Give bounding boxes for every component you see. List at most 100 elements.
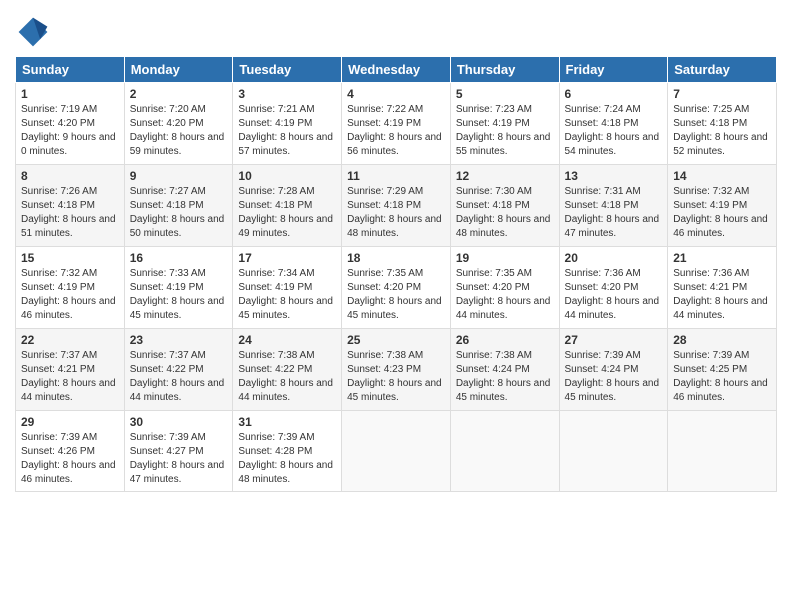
- day-number: 13: [565, 169, 663, 183]
- day-info: Sunrise: 7:26 AMSunset: 4:18 PMDaylight:…: [21, 185, 119, 241]
- day-number: 11: [347, 169, 445, 183]
- day-info: Sunrise: 7:38 AMSunset: 4:23 PMDaylight:…: [347, 349, 445, 405]
- calendar-cell: 14 Sunrise: 7:32 AMSunset: 4:19 PMDayligh…: [668, 165, 777, 247]
- day-info: Sunrise: 7:33 AMSunset: 4:19 PMDaylight:…: [130, 267, 228, 323]
- calendar-cell: 31Sunrise: 7:39 AMSunset: 4:28 PMDayligh…: [233, 411, 342, 492]
- calendar-cell: 20 Sunrise: 7:36 AMSunset: 4:20 PMDayligh…: [559, 247, 668, 329]
- day-number: 29: [21, 415, 119, 429]
- calendar-table: SundayMondayTuesdayWednesdayThursdayFrid…: [15, 56, 777, 492]
- calendar-cell: [342, 411, 451, 492]
- weekday-header-monday: Monday: [124, 57, 233, 83]
- day-info: Sunrise: 7:24 AMSunset: 4:18 PMDaylight:…: [565, 103, 663, 159]
- day-info: Sunrise: 7:31 AMSunset: 4:18 PMDaylight:…: [565, 185, 663, 241]
- day-number: 10: [238, 169, 336, 183]
- calendar-cell: 3 Sunrise: 7:21 AMSunset: 4:19 PMDaylight…: [233, 83, 342, 165]
- day-number: 20: [565, 251, 663, 265]
- day-info: Sunrise: 7:39 AMSunset: 4:24 PMDaylight:…: [565, 349, 663, 405]
- calendar-cell: 17 Sunrise: 7:34 AMSunset: 4:19 PMDayligh…: [233, 247, 342, 329]
- calendar-cell: 25 Sunrise: 7:38 AMSunset: 4:23 PMDayligh…: [342, 329, 451, 411]
- day-info: Sunrise: 7:28 AMSunset: 4:18 PMDaylight:…: [238, 185, 336, 241]
- calendar-week-2: 8 Sunrise: 7:26 AMSunset: 4:18 PMDaylight…: [16, 165, 777, 247]
- day-info: Sunrise: 7:35 AMSunset: 4:20 PMDaylight:…: [347, 267, 445, 323]
- calendar-week-1: 1 Sunrise: 7:19 AMSunset: 4:20 PMDaylight…: [16, 83, 777, 165]
- calendar-cell: 11 Sunrise: 7:29 AMSunset: 4:18 PMDayligh…: [342, 165, 451, 247]
- page: SundayMondayTuesdayWednesdayThursdayFrid…: [0, 0, 792, 612]
- weekday-header-thursday: Thursday: [450, 57, 559, 83]
- day-number: 2: [130, 87, 228, 101]
- header: [15, 10, 777, 50]
- day-info: Sunrise: 7:36 AMSunset: 4:21 PMDaylight:…: [673, 267, 771, 323]
- day-number: 17: [238, 251, 336, 265]
- calendar-cell: 5Sunrise: 7:23 AMSunset: 4:19 PMDaylight…: [450, 83, 559, 165]
- calendar-body: 1 Sunrise: 7:19 AMSunset: 4:20 PMDaylight…: [16, 83, 777, 492]
- day-info: Sunrise: 7:19 AMSunset: 4:20 PMDaylight:…: [21, 103, 119, 159]
- calendar-cell: 15 Sunrise: 7:32 AMSunset: 4:19 PMDayligh…: [16, 247, 125, 329]
- day-number: 23: [130, 333, 228, 347]
- day-info: Sunrise: 7:32 AMSunset: 4:19 PMDaylight:…: [673, 185, 771, 241]
- day-info: Sunrise: 7:36 AMSunset: 4:20 PMDaylight:…: [565, 267, 663, 323]
- weekday-header-sunday: Sunday: [16, 57, 125, 83]
- day-number: 28: [673, 333, 771, 347]
- day-info: Sunrise: 7:37 AMSunset: 4:22 PMDaylight:…: [130, 349, 228, 405]
- calendar-cell: [668, 411, 777, 492]
- weekday-header-saturday: Saturday: [668, 57, 777, 83]
- day-number: 15: [21, 251, 119, 265]
- day-number: 27: [565, 333, 663, 347]
- calendar-cell: 19 Sunrise: 7:35 AMSunset: 4:20 PMDayligh…: [450, 247, 559, 329]
- day-info: Sunrise: 7:22 AMSunset: 4:19 PMDaylight:…: [347, 103, 445, 159]
- day-number: 14: [673, 169, 771, 183]
- day-info: Sunrise: 7:23 AMSunset: 4:19 PMDaylight:…: [456, 103, 554, 159]
- day-number: 19: [456, 251, 554, 265]
- day-info: Sunrise: 7:39 AMSunset: 4:25 PMDaylight:…: [673, 349, 771, 405]
- calendar-cell: 21 Sunrise: 7:36 AMSunset: 4:21 PMDayligh…: [668, 247, 777, 329]
- calendar-cell: 29 Sunrise: 7:39 AMSunset: 4:26 PMDayligh…: [16, 411, 125, 492]
- day-number: 1: [21, 87, 119, 101]
- day-info: Sunrise: 7:38 AMSunset: 4:22 PMDaylight:…: [238, 349, 336, 405]
- day-number: 16: [130, 251, 228, 265]
- logo-icon: [15, 14, 51, 50]
- day-info: Sunrise: 7:21 AMSunset: 4:19 PMDaylight:…: [238, 103, 336, 159]
- logo: [15, 14, 53, 50]
- day-number: 18: [347, 251, 445, 265]
- day-number: 8: [21, 169, 119, 183]
- weekday-header-tuesday: Tuesday: [233, 57, 342, 83]
- day-info: Sunrise: 7:29 AMSunset: 4:18 PMDaylight:…: [347, 185, 445, 241]
- calendar-cell: 8 Sunrise: 7:26 AMSunset: 4:18 PMDaylight…: [16, 165, 125, 247]
- day-number: 21: [673, 251, 771, 265]
- calendar-cell: 7Sunrise: 7:25 AMSunset: 4:18 PMDaylight…: [668, 83, 777, 165]
- calendar-header-row: SundayMondayTuesdayWednesdayThursdayFrid…: [16, 57, 777, 83]
- day-info: Sunrise: 7:32 AMSunset: 4:19 PMDaylight:…: [21, 267, 119, 323]
- calendar-week-5: 29 Sunrise: 7:39 AMSunset: 4:26 PMDayligh…: [16, 411, 777, 492]
- calendar-cell: 27 Sunrise: 7:39 AMSunset: 4:24 PMDayligh…: [559, 329, 668, 411]
- day-number: 3: [238, 87, 336, 101]
- day-info: Sunrise: 7:27 AMSunset: 4:18 PMDaylight:…: [130, 185, 228, 241]
- day-info: Sunrise: 7:35 AMSunset: 4:20 PMDaylight:…: [456, 267, 554, 323]
- calendar-cell: 12Sunrise: 7:30 AMSunset: 4:18 PMDayligh…: [450, 165, 559, 247]
- calendar-cell: 18 Sunrise: 7:35 AMSunset: 4:20 PMDayligh…: [342, 247, 451, 329]
- day-number: 9: [130, 169, 228, 183]
- day-number: 26: [456, 333, 554, 347]
- calendar-cell: [559, 411, 668, 492]
- calendar-cell: 30 Sunrise: 7:39 AMSunset: 4:27 PMDayligh…: [124, 411, 233, 492]
- day-number: 24: [238, 333, 336, 347]
- calendar-cell: 24 Sunrise: 7:38 AMSunset: 4:22 PMDayligh…: [233, 329, 342, 411]
- day-number: 6: [565, 87, 663, 101]
- calendar-cell: 16 Sunrise: 7:33 AMSunset: 4:19 PMDayligh…: [124, 247, 233, 329]
- day-info: Sunrise: 7:39 AMSunset: 4:26 PMDaylight:…: [21, 431, 119, 487]
- weekday-header-friday: Friday: [559, 57, 668, 83]
- calendar-cell: 10 Sunrise: 7:28 AMSunset: 4:18 PMDayligh…: [233, 165, 342, 247]
- day-number: 25: [347, 333, 445, 347]
- day-number: 22: [21, 333, 119, 347]
- calendar-cell: 13 Sunrise: 7:31 AMSunset: 4:18 PMDayligh…: [559, 165, 668, 247]
- calendar-cell: 9 Sunrise: 7:27 AMSunset: 4:18 PMDaylight…: [124, 165, 233, 247]
- day-number: 30: [130, 415, 228, 429]
- calendar-week-4: 22 Sunrise: 7:37 AMSunset: 4:21 PMDayligh…: [16, 329, 777, 411]
- day-info: Sunrise: 7:37 AMSunset: 4:21 PMDaylight:…: [21, 349, 119, 405]
- day-info: Sunrise: 7:38 AMSunset: 4:24 PMDaylight:…: [456, 349, 554, 405]
- day-info: Sunrise: 7:39 AMSunset: 4:27 PMDaylight:…: [130, 431, 228, 487]
- day-number: 7: [673, 87, 771, 101]
- calendar-cell: 4Sunrise: 7:22 AMSunset: 4:19 PMDaylight…: [342, 83, 451, 165]
- calendar-cell: 22 Sunrise: 7:37 AMSunset: 4:21 PMDayligh…: [16, 329, 125, 411]
- day-info: Sunrise: 7:34 AMSunset: 4:19 PMDaylight:…: [238, 267, 336, 323]
- calendar-cell: 28 Sunrise: 7:39 AMSunset: 4:25 PMDayligh…: [668, 329, 777, 411]
